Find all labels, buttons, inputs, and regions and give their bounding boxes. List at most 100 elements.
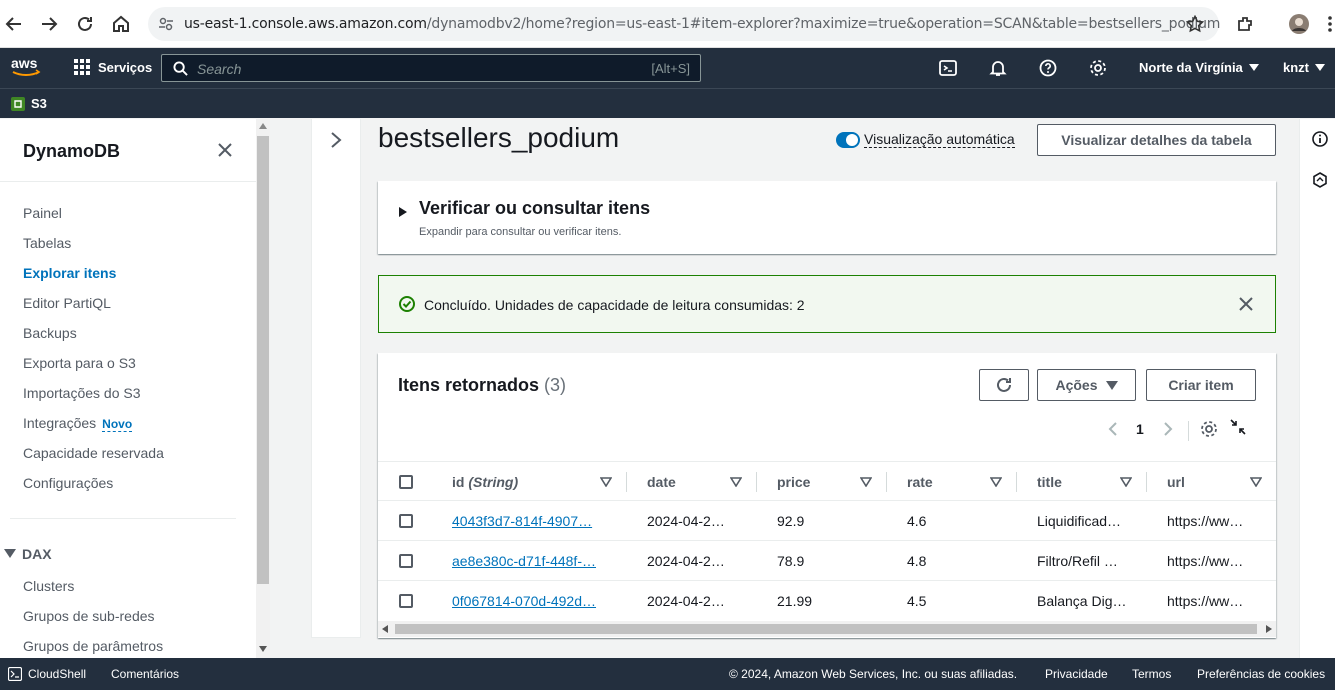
terms-link[interactable]: Termos — [1132, 667, 1171, 681]
region-selector[interactable]: Norte da Virgínia — [1139, 60, 1259, 75]
column-resizer[interactable] — [1146, 472, 1147, 492]
account-menu[interactable]: knzt — [1283, 60, 1325, 75]
close-icon[interactable] — [1239, 297, 1253, 311]
settings-gear-icon[interactable] — [1088, 58, 1108, 78]
item-id-link[interactable]: 4043f3d7-814f-4907… — [452, 513, 612, 529]
dax-section-toggle[interactable]: DAX — [4, 546, 52, 562]
column-resizer[interactable] — [756, 472, 757, 492]
privacy-link[interactable]: Privacidade — [1045, 667, 1108, 681]
item-id-link[interactable]: 0f067814-070d-492d… — [452, 593, 612, 609]
scroll-up-icon[interactable] — [259, 123, 267, 129]
search-input[interactable]: Search [Alt+S] — [161, 54, 701, 82]
toggle-switch[interactable] — [836, 131, 860, 148]
sidebar-item-editor-partiql[interactable]: Editor PartiQL — [23, 295, 111, 311]
reload-icon[interactable] — [73, 12, 97, 36]
page-title: bestsellers_podium — [378, 122, 620, 153]
scroll-left-icon[interactable] — [382, 625, 388, 633]
column-header-url[interactable]: url — [1167, 474, 1185, 490]
notifications-bell-icon[interactable] — [988, 58, 1008, 78]
info-icon[interactable] — [1312, 131, 1328, 147]
scroll-right-icon[interactable] — [1266, 625, 1272, 633]
home-icon[interactable] — [109, 12, 133, 36]
cloudshell-icon[interactable] — [938, 58, 958, 78]
services-menu[interactable]: Serviços — [74, 59, 152, 75]
chevron-right-icon[interactable] — [329, 131, 343, 149]
forward-icon[interactable] — [37, 12, 61, 36]
column-id-type: (String) — [468, 474, 519, 490]
view-table-details-button[interactable]: Visualizar detalhes da tabela — [1037, 124, 1276, 156]
browser-menu-icon[interactable] — [1318, 12, 1335, 36]
sidebar-item-importacoes-s3[interactable]: Importações do S3 — [23, 385, 141, 401]
column-header-price[interactable]: price — [777, 474, 810, 490]
sort-icon[interactable] — [600, 477, 612, 487]
create-item-button[interactable]: Criar item — [1146, 369, 1256, 401]
column-header-rate[interactable]: rate — [907, 474, 933, 490]
refresh-button[interactable] — [979, 369, 1029, 401]
search-placeholder: Search — [197, 61, 242, 77]
column-resizer[interactable] — [886, 472, 887, 492]
sidebar-item-integracoes[interactable]: Integrações Novo — [23, 415, 133, 432]
preferences-gear-icon[interactable] — [1200, 420, 1218, 438]
scrollbar-thumb[interactable] — [395, 624, 1257, 634]
sort-icon[interactable] — [1250, 477, 1262, 487]
row-checkbox[interactable] — [399, 514, 413, 528]
hexagon-icon[interactable] — [1312, 172, 1328, 188]
profile-avatar[interactable] — [1287, 12, 1311, 36]
sidebar-item-explorar-itens[interactable]: Explorar itens — [23, 265, 116, 281]
address-bar[interactable]: us-east-1.console.aws.amazon.com/dynamod… — [148, 7, 1220, 41]
pagination-next-icon[interactable] — [1162, 421, 1174, 437]
back-icon[interactable] — [2, 12, 26, 36]
column-resizer[interactable] — [1016, 472, 1017, 492]
sidebar-item-capacidade-reservada[interactable]: Capacidade reservada — [23, 445, 164, 461]
aws-logo-text: aws — [11, 56, 38, 71]
scroll-down-icon[interactable] — [259, 646, 267, 652]
scrollbar-thumb[interactable] — [257, 136, 269, 584]
sort-icon[interactable] — [860, 477, 872, 487]
grid-icon — [74, 59, 90, 75]
scan-query-expander[interactable]: Verificar ou consultar itens Expandir pa… — [378, 181, 1276, 254]
pagination-page-number[interactable]: 1 — [1136, 421, 1144, 437]
item-id-link[interactable]: ae8e380c-d71f-448f-… — [452, 553, 612, 569]
sidebar-item-grupos-sub-redes[interactable]: Grupos de sub-redes — [23, 608, 155, 624]
cell-title: Liquidificad… — [1037, 513, 1122, 529]
extensions-icon[interactable] — [1233, 12, 1257, 36]
column-resizer[interactable] — [626, 472, 627, 492]
bookmark-star-icon[interactable] — [1186, 15, 1204, 33]
favorite-s3[interactable]: S3 — [11, 96, 47, 111]
s3-service-icon — [11, 96, 25, 111]
actions-button[interactable]: Ações — [1037, 369, 1136, 401]
select-all-checkbox[interactable] — [399, 475, 413, 489]
auto-view-toggle[interactable]: Visualização automática — [836, 131, 1015, 148]
column-header-date[interactable]: date — [647, 474, 676, 490]
help-icon[interactable] — [1038, 58, 1058, 78]
sidebar-item-painel[interactable]: Painel — [23, 205, 62, 221]
aws-logo[interactable]: aws — [10, 56, 42, 78]
view-table-details-label: Visualizar detalhes da tabela — [1061, 132, 1252, 148]
column-header-id[interactable]: id (String) — [452, 474, 518, 490]
site-info-icon[interactable] — [158, 16, 174, 32]
sort-icon[interactable] — [990, 477, 1002, 487]
pagination-prev-icon[interactable] — [1107, 421, 1119, 437]
table-horizontal-scrollbar[interactable] — [378, 621, 1276, 637]
column-header-title[interactable]: title — [1037, 474, 1062, 490]
feedback-link[interactable]: Comentários — [111, 667, 179, 681]
sort-icon[interactable] — [1120, 477, 1132, 487]
cell-url: https://ww… — [1167, 553, 1244, 569]
cookie-preferences-link[interactable]: Preferências de cookies — [1197, 667, 1325, 681]
cloudshell-button[interactable]: CloudShell — [8, 667, 86, 681]
close-icon[interactable] — [216, 141, 234, 159]
sidebar-item-tabelas[interactable]: Tabelas — [23, 235, 71, 251]
sidebar-item-exporta-s3[interactable]: Exporta para o S3 — [23, 355, 136, 371]
divider — [0, 181, 256, 182]
sidebar-item-grupos-parametros[interactable]: Grupos de parâmetros — [23, 638, 163, 654]
sort-icon[interactable] — [730, 477, 742, 487]
minimize-icon[interactable] — [1230, 419, 1246, 435]
sidebar-item-configuracoes[interactable]: Configurações — [23, 475, 113, 491]
user-label: knzt — [1283, 60, 1309, 75]
sidebar-scrollbar[interactable] — [256, 119, 270, 658]
row-checkbox[interactable] — [399, 554, 413, 568]
sidebar-item-clusters[interactable]: Clusters — [23, 578, 74, 594]
sidebar-item-backups[interactable]: Backups — [23, 325, 77, 341]
row-checkbox[interactable] — [399, 594, 413, 608]
table-row: ae8e380c-d71f-448f-… 2024-04-2… 78.9 4.8… — [378, 541, 1276, 581]
